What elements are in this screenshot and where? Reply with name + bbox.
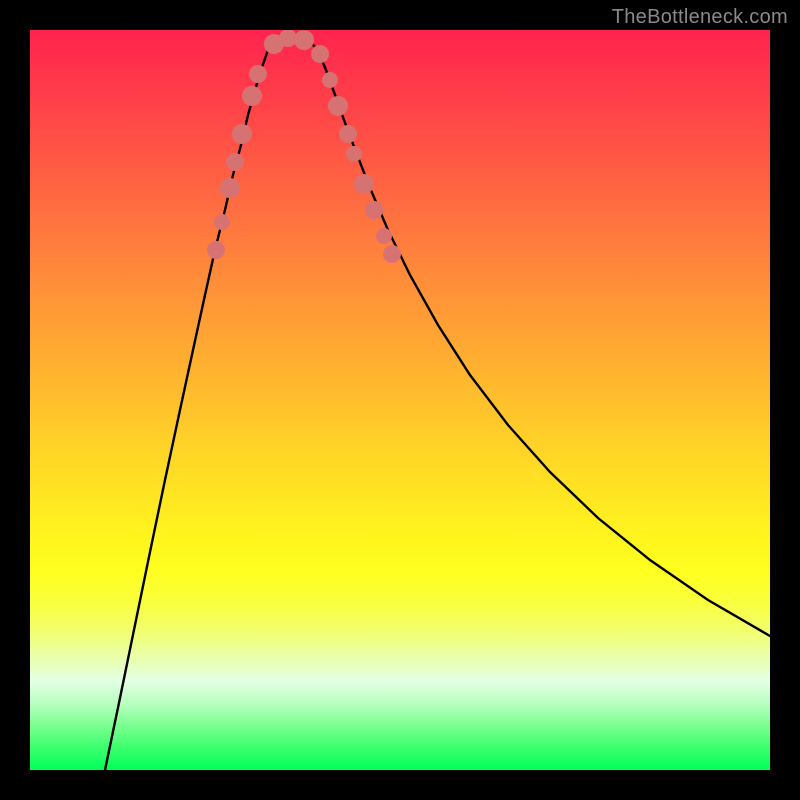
marker-point (249, 65, 267, 83)
curve-right (318, 50, 770, 636)
chart-frame: TheBottleneck.com (0, 0, 800, 800)
watermark-text: TheBottleneck.com (612, 6, 788, 29)
marker-point (311, 45, 329, 63)
marker-group (207, 30, 401, 263)
plot-area (30, 30, 770, 770)
marker-point (328, 96, 348, 116)
marker-point (220, 178, 240, 198)
marker-point (294, 30, 314, 50)
marker-point (322, 72, 338, 88)
marker-point (354, 174, 374, 194)
marker-point (346, 146, 362, 162)
marker-point (376, 228, 392, 244)
marker-point (226, 153, 244, 171)
marker-point (242, 86, 262, 106)
marker-point (214, 214, 230, 230)
curve-left (105, 50, 268, 770)
chart-svg (30, 30, 770, 770)
marker-point (383, 245, 401, 263)
marker-point (339, 125, 357, 143)
marker-point (232, 124, 252, 144)
marker-point (207, 241, 225, 259)
marker-point (365, 201, 383, 219)
